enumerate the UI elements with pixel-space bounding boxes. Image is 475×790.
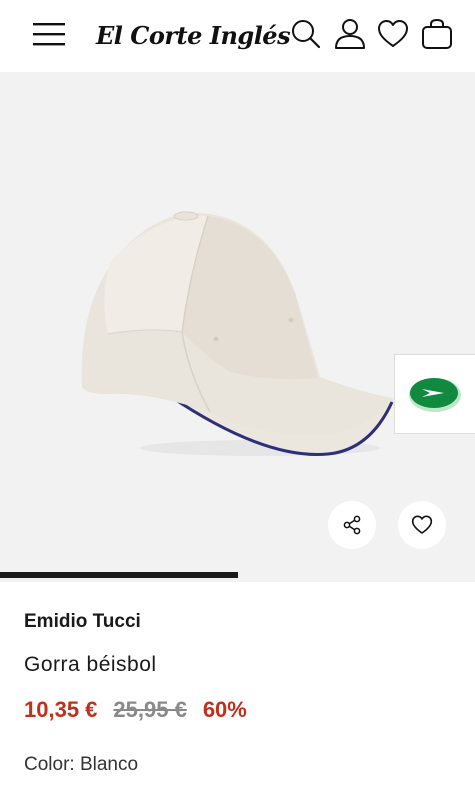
add-to-wishlist-button[interactable] <box>398 501 446 549</box>
search-button[interactable] <box>286 14 326 54</box>
top-header: El Corte Inglés <box>0 0 475 72</box>
share-icon <box>343 515 361 535</box>
share-button[interactable] <box>328 501 376 549</box>
discount-badge: 60% <box>202 697 247 722</box>
selected-color: Color: Blanco <box>24 754 139 775</box>
wishlist-button[interactable] <box>373 14 413 54</box>
gallery-progress-bar <box>0 572 475 578</box>
user-icon <box>335 19 365 49</box>
price-row: 10,35 € 25,95 € 60% <box>24 697 247 723</box>
account-button[interactable] <box>330 14 370 54</box>
menu-icon <box>33 23 65 46</box>
product-title: Gorra béisbol <box>24 653 157 676</box>
product-image-gallery[interactable] <box>0 72 475 582</box>
current-price: 10,35 € <box>24 697 98 722</box>
heart-icon <box>378 20 408 47</box>
search-icon <box>292 20 321 49</box>
cart-button[interactable] <box>417 14 457 54</box>
logo-text: El Corte Inglés <box>96 20 291 50</box>
product-image <box>81 211 395 456</box>
bag-icon <box>422 18 452 49</box>
heart-icon <box>411 515 433 534</box>
floating-assistant-tab[interactable] <box>394 354 475 434</box>
original-price: 25,95 € <box>113 697 187 722</box>
play-icon <box>409 378 461 412</box>
product-brand[interactable]: Emidio Tucci <box>24 611 141 633</box>
logo[interactable]: El Corte Inglés <box>96 16 291 54</box>
gallery-progress-fill <box>0 572 238 578</box>
menu-button[interactable] <box>29 14 69 54</box>
